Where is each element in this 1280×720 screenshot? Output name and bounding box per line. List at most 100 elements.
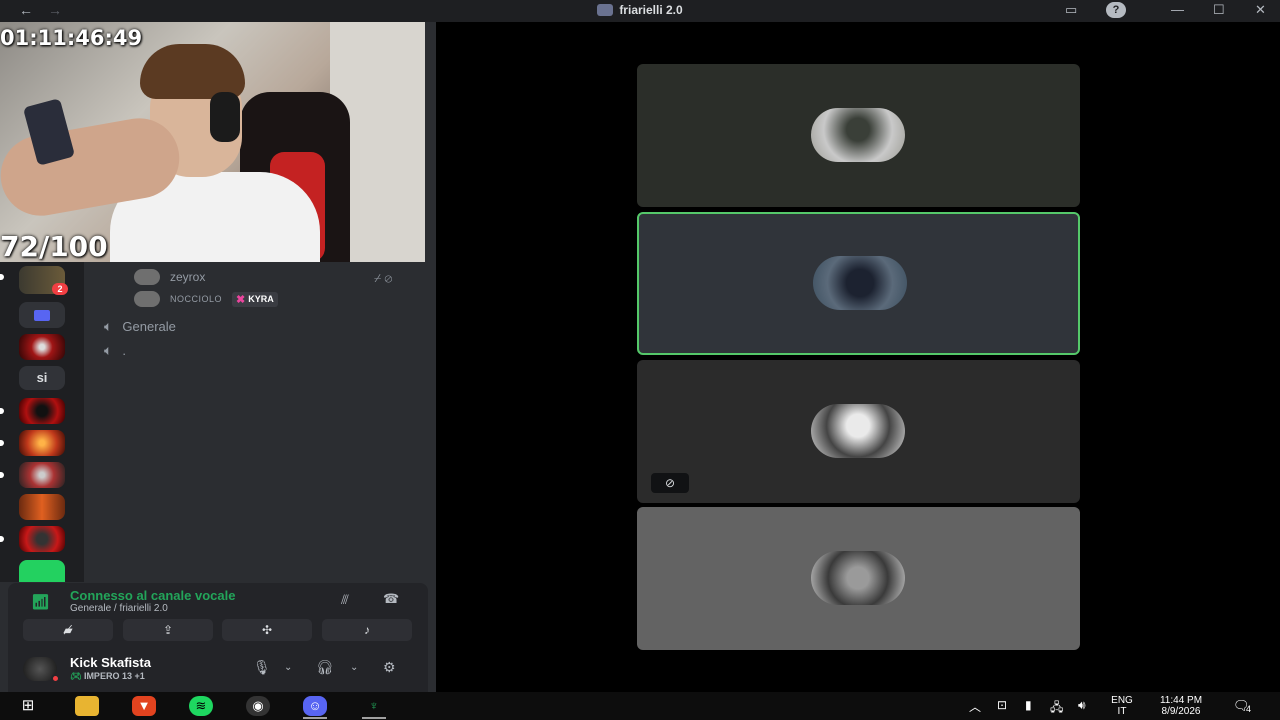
server-icon[interactable]	[19, 526, 65, 552]
clan-tag: ✖ KYRA	[232, 291, 278, 307]
voice-channel-dot[interactable]: 🔈︎ .	[104, 342, 126, 359]
gamepad-icon: 🎮︎	[70, 671, 84, 681]
participant-tile[interactable]	[637, 507, 1080, 650]
server-si[interactable]: si	[19, 366, 65, 390]
clock-date: 8/9/2026	[1161, 706, 1201, 717]
server-rail	[0, 262, 84, 582]
folder-icon[interactable]	[19, 302, 65, 328]
noise-suppression-icon[interactable]: ⫻	[341, 592, 349, 608]
unread-pill	[0, 536, 4, 542]
help-icon[interactable]: ?	[1106, 2, 1126, 18]
camera-tray-icon[interactable]: ⊡	[997, 698, 1007, 712]
activities-button[interactable]: ✣	[222, 619, 312, 641]
screen-share-button[interactable]: ⇪	[123, 619, 213, 641]
windows-taskbar: ⊞ ▼ ≋ ◉ ☺ ♆ ︿ ⊡ ▮ 🖧︎ 🔊︎ ENG IT 11:44 PM …	[0, 692, 1280, 720]
server-icon	[597, 4, 614, 16]
soundboard-button[interactable]: ♪	[322, 619, 412, 641]
window-title-wrap: friarielli 2.0	[0, 3, 1280, 17]
keyboard-layout: IT	[1117, 706, 1127, 717]
disconnect-icon[interactable]: ☎︎	[383, 591, 399, 607]
signal-icon[interactable]: 📶︎	[31, 593, 50, 611]
server-icon[interactable]	[19, 560, 65, 582]
webcam-overlay	[0, 22, 425, 262]
stream-timer: 01:11:46:49	[0, 26, 143, 50]
close-button[interactable]: ✕	[1255, 2, 1266, 18]
deafened-icon: ⊘	[651, 473, 689, 493]
unread-pill	[0, 440, 4, 446]
voice-connection-panel: 📶︎ Connesso al canale vocale Generale / …	[8, 583, 428, 647]
user-panel: Kick Skafista 🎮︎ IMPERO 13 +1 🎙︎ ⌄ 🎧︎ ⌄ …	[8, 647, 428, 692]
chevron-down-icon[interactable]: ⌄	[284, 662, 292, 673]
volume-icon[interactable]: 🔊︎	[1078, 698, 1086, 713]
minimize-button[interactable]: —	[1171, 2, 1184, 17]
webcam-hair	[140, 44, 245, 99]
webcam-headset	[210, 92, 240, 142]
inbox-icon[interactable]: ▭	[1065, 2, 1077, 18]
channel-name: .	[122, 343, 127, 358]
participant-avatar	[813, 256, 907, 310]
participant-tile[interactable]	[637, 64, 1080, 207]
participant-avatar	[811, 108, 905, 162]
clock[interactable]: 11:44 PM 8/9/2026	[1148, 695, 1214, 717]
input-language[interactable]: ENG IT	[1106, 695, 1138, 717]
speaker-icon: 🔈︎	[104, 342, 113, 358]
gear-icon[interactable]: ⚙	[383, 659, 396, 676]
windows-start-icon[interactable]: ⊞	[16, 696, 40, 716]
screen-share-icon: ⇪	[162, 623, 174, 637]
participant-tile[interactable]: ⊘	[637, 360, 1080, 503]
unread-pill	[0, 408, 4, 414]
voice-user[interactable]: NOCCIOLO ✖ KYRA	[134, 291, 278, 307]
server-icon[interactable]	[19, 398, 65, 424]
tag-x-icon: ✖	[236, 293, 246, 306]
clock-time: 11:44 PM	[1159, 695, 1203, 706]
headphones-icon[interactable]: 🎧︎	[316, 659, 334, 676]
chevron-down-icon[interactable]: ⌄	[350, 662, 358, 673]
obs-icon[interactable]: ◉	[246, 696, 270, 716]
notification-count: 4	[1246, 704, 1252, 714]
voice-channel-generale[interactable]: 🔈︎ Generale	[104, 318, 176, 335]
username[interactable]: Kick Skafista	[70, 655, 151, 670]
voice-user[interactable]: zeyrox	[134, 269, 205, 285]
avatar	[134, 291, 160, 307]
speaker-icon: 🔈︎	[104, 318, 113, 334]
chevron-up-icon[interactable]: ︿	[969, 698, 981, 715]
server-icon[interactable]	[19, 430, 65, 456]
window-title: friarielli 2.0	[619, 3, 683, 17]
server-icon[interactable]	[19, 494, 65, 520]
network-icon[interactable]: 🖧︎	[1050, 698, 1063, 719]
avatar	[134, 269, 160, 285]
soundboard-icon: ♪	[364, 623, 370, 637]
server-icon[interactable]	[19, 462, 65, 488]
participant-avatar	[811, 551, 905, 605]
microphone-icon[interactable]: 🎙︎	[253, 659, 271, 676]
participant-tile-speaking[interactable]	[637, 212, 1080, 355]
unread-pill	[0, 472, 4, 478]
muted-deafened-icons: ⌿ ⊘	[374, 271, 393, 285]
camera-button[interactable]: ▰̸	[23, 619, 113, 641]
file-explorer-icon[interactable]	[75, 696, 99, 716]
camera-off-icon: ▰̸	[63, 623, 73, 637]
title-bar: ← → friarielli 2.0 ▭ ? — ☐ ✕	[0, 0, 1280, 22]
unread-pill	[0, 274, 4, 280]
spotify-icon[interactable]: ≋	[189, 696, 213, 716]
app-icon[interactable]: ♆	[362, 696, 386, 716]
voice-status[interactable]: Connesso al canale vocale	[70, 588, 235, 603]
discord-icon[interactable]: ☺	[303, 696, 327, 716]
channel-list: zeyrox ⌿ ⊘ NOCCIOLO ✖ KYRA 🔈︎ Generale 🔈︎…	[84, 262, 436, 582]
channel-name: Generale	[122, 319, 176, 334]
status-dnd-icon	[51, 674, 60, 683]
activity-status: 🎮︎ IMPERO 13 +1	[70, 671, 145, 682]
voice-location: Generale / friarielli 2.0	[70, 603, 168, 614]
activity-label: IMPERO 13 +1	[83, 671, 145, 681]
maximize-button[interactable]: ☐	[1213, 2, 1225, 18]
brave-browser-icon[interactable]: ▼	[132, 696, 156, 716]
active-app-indicator	[303, 717, 327, 719]
mention-badge: 2	[52, 283, 68, 295]
activities-icon: ✣	[261, 623, 273, 637]
server-icon[interactable]	[19, 334, 65, 360]
active-app-indicator	[362, 717, 386, 719]
voice-user-name: NOCCIOLO	[170, 294, 223, 304]
usb-icon[interactable]: ▮	[1025, 698, 1032, 712]
clan-tag-label: KYRA	[248, 294, 274, 304]
voice-user-name: zeyrox	[170, 270, 206, 284]
